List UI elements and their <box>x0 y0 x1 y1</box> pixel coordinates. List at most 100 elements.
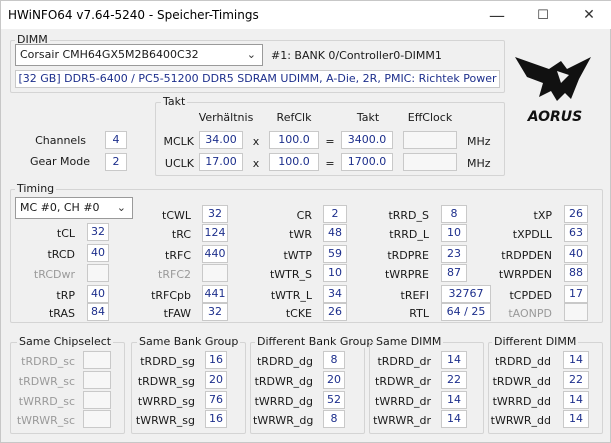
mclk-effclock <box>403 131 457 149</box>
uclk-label: UCLK <box>164 157 194 170</box>
twr-value: 48 <box>323 224 347 242</box>
ratio-header: Verhältnis <box>198 111 254 124</box>
twrrd-dg-value: 52 <box>323 391 345 409</box>
trdpre-value: 23 <box>441 245 467 263</box>
different-bank-group-label: Different Bank Group <box>255 335 376 348</box>
effclock-header: EffClock <box>407 111 453 124</box>
close-button[interactable]: ✕ <box>566 1 611 29</box>
channels-value: 4 <box>105 131 127 149</box>
dimm-slot-label: #1: BANK 0/Controller0-DIMM1 <box>271 49 442 62</box>
trfc-value: 440 <box>202 245 228 263</box>
twrrd-dg-label: tWRRD_dg <box>254 395 313 408</box>
trdwr-sc-value <box>83 371 111 389</box>
clock-header: Takt <box>356 111 380 124</box>
uclk-clock: 1700.0 <box>341 153 393 171</box>
cr-label: CR <box>296 209 312 222</box>
aorus-logo-text: AORUS <box>527 109 583 125</box>
minimize-button[interactable]: — <box>474 1 520 29</box>
twrrd-sg-value: 76 <box>205 391 227 409</box>
trdpden-label: tRDPDEN <box>501 249 552 262</box>
taonpd-value <box>564 303 588 321</box>
title-bar[interactable]: HWiNFO64 v7.64-5240 - Speicher-Timings —… <box>1 1 611 29</box>
trdrd-dd-label: tRDRD_dd <box>494 355 551 368</box>
trcdwr-value <box>87 264 109 282</box>
twrrd-dd-label: tWRRD_dd <box>492 395 551 408</box>
trrd-s-value: 8 <box>441 205 467 223</box>
maximize-button[interactable]: ☐ <box>520 1 566 29</box>
trp-value: 40 <box>87 285 109 303</box>
twtr-s-label: tWTR_S <box>269 268 312 281</box>
dimm-module-select[interactable]: Corsair CMH64GX5M2B6400C32 ⌄ <box>15 44 263 66</box>
tcl-value: 32 <box>87 223 109 241</box>
twrwr-dd-value: 14 <box>563 410 589 428</box>
taonpd-label: tAONPD <box>508 307 552 320</box>
trdwr-dg-value: 20 <box>323 371 345 389</box>
uclk-times: x <box>252 157 260 170</box>
twrpre-value: 87 <box>441 264 467 282</box>
twrwr-dg-value: 8 <box>323 410 345 428</box>
uclk-refclk: 100.0 <box>269 153 319 171</box>
trcd-label: tRCD <box>47 248 75 261</box>
chevron-down-icon: ⌄ <box>116 201 126 214</box>
trcdwr-label: tRCDwr <box>33 268 75 281</box>
tcl-label: tCL <box>56 227 75 240</box>
tcwl-label: tCWL <box>162 209 191 222</box>
twrrd-dd-value: 14 <box>563 391 589 409</box>
twtp-value: 59 <box>323 245 347 263</box>
txp-label: tXP <box>533 209 552 222</box>
trcd-value: 40 <box>87 244 109 262</box>
trfc2-label: tRFC2 <box>158 268 191 281</box>
cr-value: 2 <box>323 205 347 223</box>
twrrd-sg-label: tWRRD_sg <box>137 395 195 408</box>
twrwr-dr-value: 14 <box>441 410 467 428</box>
tcpded-label: tCPDED <box>509 289 552 302</box>
txpdll-value: 63 <box>564 224 588 242</box>
trdpre-label: tRDPRE <box>387 249 429 262</box>
gearmode-value: 2 <box>105 153 127 171</box>
trdwr-dd-label: tRDWR_dd <box>492 375 551 388</box>
dimm-module-select-value: Corsair CMH64GX5M2B6400C32 <box>20 48 199 61</box>
twrrd-sc-label: tWRRD_sc <box>18 395 75 408</box>
twrrd-dr-value: 14 <box>441 391 467 409</box>
trdpden-value: 40 <box>564 245 588 263</box>
trc-label: tRC <box>171 228 191 241</box>
trdwr-dg-label: tRDWR_dg <box>254 375 313 388</box>
trfcpb-value: 441 <box>202 285 228 303</box>
trrd-l-label: tRRD_L <box>389 228 429 241</box>
tras-label: tRAS <box>48 307 75 320</box>
trdrd-sc-value <box>83 351 111 369</box>
twrwr-dg-label: tWRWR_dg <box>253 414 314 427</box>
twrwr-sg-value: 16 <box>205 410 227 428</box>
dimm-info-bar: [32 GB] DDR5-6400 / PC5-51200 DDR5 SDRAM… <box>15 70 500 88</box>
trdrd-sg-value: 16 <box>205 351 227 369</box>
tcwl-value: 32 <box>202 205 228 223</box>
mclk-unit: MHz <box>467 135 491 148</box>
mclk-label: MCLK <box>163 135 194 148</box>
channel-select-value: MC #0, CH #0 <box>20 201 100 214</box>
trdrd-dg-value: 8 <box>323 351 345 369</box>
window-title: HWiNFO64 v7.64-5240 - Speicher-Timings <box>8 8 259 22</box>
timing-group-label: Timing <box>15 182 57 195</box>
twrwr-sg-label: tWRWR_sg <box>135 414 195 427</box>
trp-label: tRP <box>56 289 75 302</box>
gearmode-label: Gear Mode <box>29 155 90 168</box>
trdrd-sg-label: tRDRD_sg <box>140 355 195 368</box>
mclk-equals: = <box>325 135 335 148</box>
twtr-l-value: 34 <box>323 285 347 303</box>
trfc-label: tRFC <box>165 249 191 262</box>
rtl-label: RTL <box>409 307 429 320</box>
same-bank-group-label: Same Bank Group <box>137 335 241 348</box>
trdrd-sc-label: tRDRD_sc <box>21 355 75 368</box>
channel-select[interactable]: MC #0, CH #0 ⌄ <box>15 197 133 219</box>
trfc2-value <box>202 264 228 282</box>
twtr-s-value: 10 <box>323 264 347 282</box>
trdwr-dd-value: 22 <box>563 371 589 389</box>
chevron-down-icon: ⌄ <box>246 48 256 61</box>
trdwr-dr-label: tRDWR_dr <box>375 375 431 388</box>
trdrd-dd-value: 14 <box>563 351 589 369</box>
trefi-value: 32767 <box>441 285 491 303</box>
twrpden-label: tWRPDEN <box>498 268 552 281</box>
trrd-s-label: tRRD_S <box>388 209 429 222</box>
trrd-l-value: 10 <box>441 224 467 242</box>
trdwr-dr-value: 22 <box>441 371 467 389</box>
